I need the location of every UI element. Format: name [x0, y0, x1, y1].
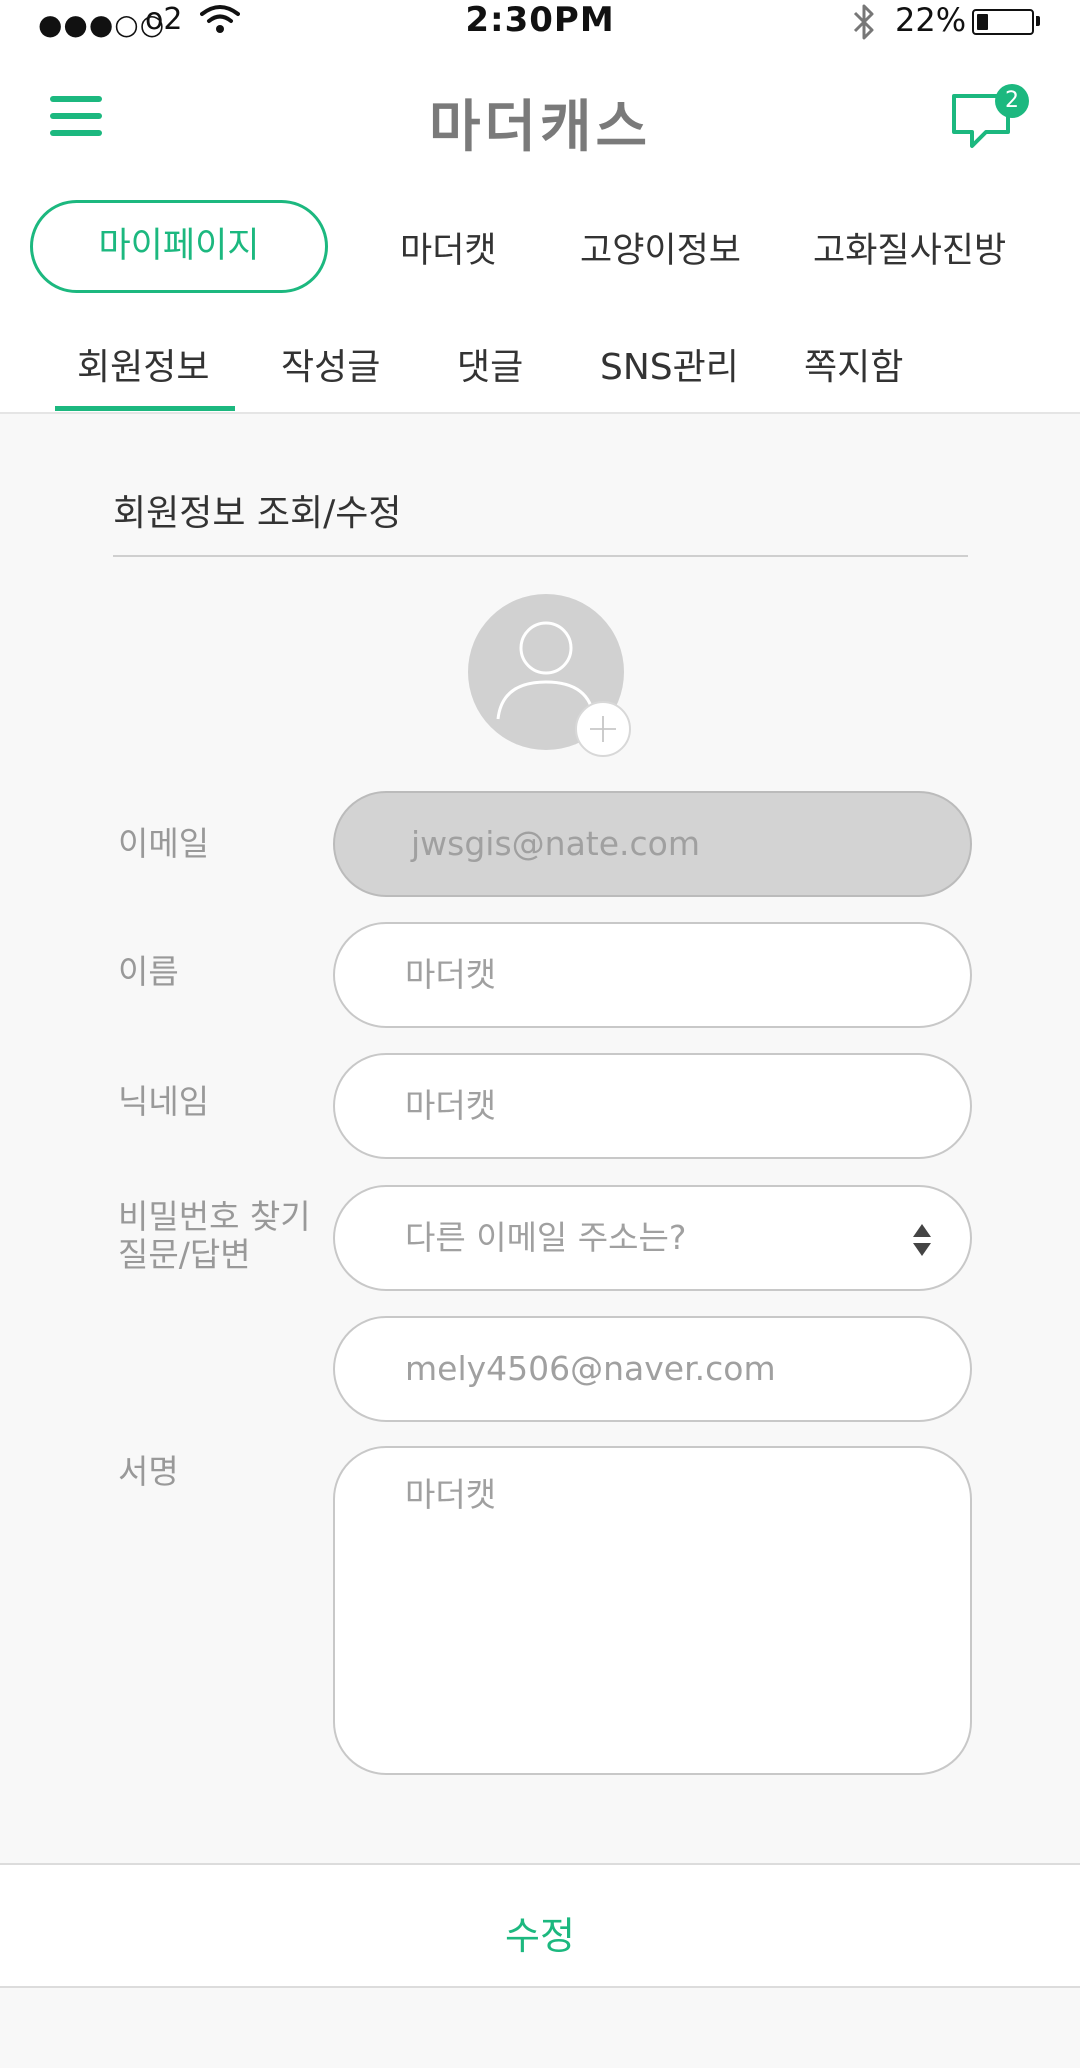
email-field: jwsgis@nate.com [333, 791, 972, 897]
bluetooth-icon [853, 4, 874, 40]
main-nav-item-cat-info[interactable]: 고양이정보 [580, 222, 741, 273]
page-title: 회원정보 조회/수정 [113, 493, 402, 534]
battery-percent: 22% [895, 1, 967, 39]
submit-button-label[interactable]: 수정 [0, 1905, 1080, 1960]
select-arrows-icon [913, 1224, 931, 1256]
tab-sns[interactable]: SNS관리 [600, 338, 739, 390]
signature-textarea[interactable]: 마더캣 [333, 1446, 972, 1775]
nickname-field[interactable]: 마더캣 [333, 1053, 972, 1159]
name-label: 이름 [118, 952, 179, 991]
security-label-line1: 비밀번호 찾기 [118, 1197, 311, 1236]
email-value: jwsgis@nate.com [411, 824, 701, 863]
security-question-label: 비밀번호 찾기 질문/답변 [118, 1198, 311, 1274]
battery-icon [972, 9, 1034, 35]
notification-badge: 2 [995, 84, 1029, 118]
battery-tip [1036, 16, 1040, 26]
app-logo: 마더캐스 [428, 95, 652, 160]
divider [113, 555, 968, 557]
nickname-value: 마더캣 [405, 1086, 497, 1125]
tab-comments[interactable]: 댓글 [457, 338, 523, 390]
tab-posts[interactable]: 작성글 [281, 338, 380, 390]
name-field[interactable]: 마더캣 [333, 922, 972, 1028]
security-answer-value: mely4506@naver.com [405, 1349, 776, 1388]
security-question-select[interactable]: 다른 이메일 주소는? [333, 1185, 972, 1291]
security-answer-field[interactable]: mely4506@naver.com [333, 1316, 972, 1422]
main-nav-item-mypage[interactable]: 마이페이지 [30, 200, 328, 293]
security-label-line2: 질문/답변 [118, 1235, 251, 1274]
main-nav-item-hd-photos[interactable]: 고화질사진방 [813, 222, 1006, 273]
tab-messages[interactable]: 쪽지함 [804, 338, 903, 390]
battery-level-fill [977, 14, 988, 30]
tab-member-info[interactable]: 회원정보 [77, 338, 209, 390]
signature-label: 서명 [118, 1452, 179, 1491]
security-question-value: 다른 이메일 주소는? [405, 1218, 687, 1257]
active-tab-indicator [55, 406, 235, 411]
main-nav-item-mothercat[interactable]: 마더캣 [400, 222, 497, 273]
signature-value: 마더캣 [405, 1475, 497, 1514]
add-photo-icon[interactable] [575, 701, 631, 757]
nickname-label: 닉네임 [118, 1082, 210, 1121]
email-label: 이메일 [118, 824, 210, 863]
name-value: 마더캣 [405, 955, 497, 994]
